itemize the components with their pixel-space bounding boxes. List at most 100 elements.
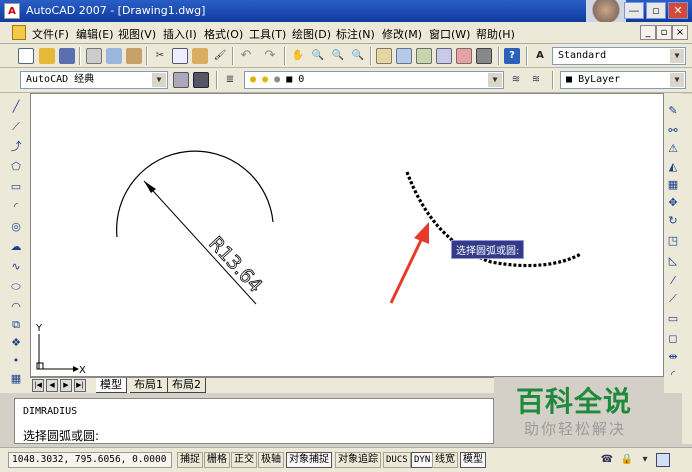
menu-dimension[interactable]: 标注(N)	[336, 26, 375, 42]
insert-block-icon[interactable]: ⧉	[8, 317, 24, 333]
sheetset-icon[interactable]	[436, 48, 452, 64]
break-icon[interactable]: ▭	[665, 311, 681, 327]
mirror-icon[interactable]: ⚠	[665, 141, 681, 157]
matchprop-icon[interactable]: 🖌	[212, 48, 228, 64]
cut-icon[interactable]: ✂	[152, 48, 168, 64]
undo-icon[interactable]: ↶	[238, 48, 254, 64]
polar-toggle[interactable]: 极轴	[258, 452, 284, 468]
preview-icon[interactable]	[106, 48, 122, 64]
menu-file[interactable]: 文件(F)	[32, 26, 69, 42]
snap-toggle[interactable]: 捕捉	[177, 452, 203, 468]
menu-format[interactable]: 格式(O)	[204, 26, 243, 42]
circle-icon[interactable]: ◎	[8, 219, 24, 235]
polygon-icon[interactable]: ⬠	[8, 159, 24, 175]
rotate-icon[interactable]: ↻	[665, 213, 681, 229]
lock-icon[interactable]: 🔒	[620, 453, 634, 467]
help-icon[interactable]: ?	[504, 48, 520, 64]
erase-icon[interactable]: ✎	[665, 103, 681, 119]
chamfer-icon[interactable]: ⇹	[665, 349, 681, 365]
doc-close-button[interactable]: ×	[672, 25, 688, 40]
tab-layout2[interactable]: 布局2	[168, 378, 206, 393]
nav-next-button[interactable]: ▶	[60, 379, 72, 392]
zoom-realtime-icon[interactable]: 🔍	[310, 48, 326, 64]
polyline-icon[interactable]: ⤴	[8, 139, 24, 155]
chevron-down-icon[interactable]: ▼	[670, 49, 684, 63]
osnap-toggle[interactable]: 对象捕捉	[286, 452, 332, 468]
right-scrollbar[interactable]	[682, 94, 692, 444]
ortho-toggle[interactable]: 正交	[231, 452, 257, 468]
lineweight-toggle[interactable]: 线宽	[432, 452, 458, 468]
make-current-layer-icon[interactable]: ≋	[508, 72, 524, 88]
restore-button[interactable]: ▫	[646, 2, 666, 19]
copy-object-icon[interactable]: ⚯	[665, 123, 681, 139]
new-icon[interactable]	[18, 48, 34, 64]
tab-layout1[interactable]: 布局1	[130, 378, 168, 393]
copy-icon[interactable]	[172, 48, 188, 64]
workspace-select[interactable]: AutoCAD 经典 ▼	[20, 71, 168, 89]
menu-view[interactable]: 视图(V)	[118, 26, 156, 42]
nav-first-button[interactable]: |◀	[32, 379, 44, 392]
coordinates-readout[interactable]: 1048.3032, 795.6056, 0.0000	[8, 452, 172, 468]
otrack-toggle[interactable]: 对象追踪	[335, 452, 381, 468]
point-icon[interactable]: •	[8, 353, 24, 369]
spline-icon[interactable]: ∿	[8, 259, 24, 275]
my-workspace-icon[interactable]	[193, 72, 209, 88]
layer-select[interactable]: ● ● ● ■ 0 ▼	[244, 71, 504, 89]
line-icon[interactable]: ╱	[8, 99, 24, 115]
offset-icon[interactable]: ◭	[665, 159, 681, 175]
communication-center-icon[interactable]: ☎	[600, 453, 614, 467]
color-select[interactable]: ■ ByLayer ▼	[560, 71, 686, 89]
workspace-settings-icon[interactable]	[173, 72, 189, 88]
text-style-select[interactable]: Standard ▼	[552, 47, 686, 65]
revision-cloud-icon[interactable]: ☁	[8, 239, 24, 255]
markup-icon[interactable]	[456, 48, 472, 64]
pan-icon[interactable]: ✋	[290, 48, 306, 64]
redo-icon[interactable]: ↷	[262, 48, 278, 64]
autocad-icon[interactable]: A	[4, 3, 20, 19]
document-icon[interactable]	[12, 25, 26, 40]
stretch-icon[interactable]: ◺	[665, 253, 681, 269]
menu-edit[interactable]: 编辑(E)	[76, 26, 114, 42]
zoom-window-icon[interactable]: 🔍	[330, 48, 346, 64]
hatch-icon[interactable]: ▦	[8, 371, 24, 387]
toolpalettes-icon[interactable]	[416, 48, 432, 64]
menu-help[interactable]: 帮助(H)	[476, 26, 515, 42]
menu-draw[interactable]: 绘图(D)	[292, 26, 331, 42]
layer-previous-icon[interactable]: ≋	[528, 72, 544, 88]
tab-model[interactable]: 模型	[96, 378, 127, 393]
doc-restore-button[interactable]: ▫	[656, 25, 672, 40]
construction-line-icon[interactable]: ⟋	[8, 119, 24, 135]
paste-icon[interactable]	[192, 48, 208, 64]
save-icon[interactable]	[59, 48, 75, 64]
publish-icon[interactable]	[126, 48, 142, 64]
join-icon[interactable]: ◻	[665, 331, 681, 347]
chevron-down-icon[interactable]: ▼	[670, 73, 684, 87]
properties-icon[interactable]	[376, 48, 392, 64]
nav-prev-button[interactable]: ◀	[46, 379, 58, 392]
array-icon[interactable]: ▦	[665, 177, 681, 193]
zoom-previous-icon[interactable]: 🔍	[350, 48, 366, 64]
menu-window[interactable]: 窗口(W)	[429, 26, 470, 42]
fillet-icon[interactable]: ◜	[665, 367, 681, 383]
trim-icon[interactable]: ⁄	[665, 273, 681, 289]
model-toggle[interactable]: 模型	[460, 452, 486, 468]
nav-last-button[interactable]: ▶|	[74, 379, 86, 392]
menu-tools[interactable]: 工具(T)	[249, 26, 286, 42]
chevron-down-icon[interactable]: ▼	[152, 73, 166, 87]
designcenter-icon[interactable]	[396, 48, 412, 64]
open-icon[interactable]	[39, 48, 55, 64]
chevron-down-icon[interactable]: ▾	[638, 453, 652, 467]
scale-icon[interactable]: ◳	[665, 233, 681, 249]
layer-manager-icon[interactable]: ≣	[222, 72, 238, 88]
arc-icon[interactable]: ◜	[8, 199, 24, 215]
dyn-toggle[interactable]: DYN	[411, 452, 434, 468]
print-icon[interactable]	[86, 48, 102, 64]
menu-insert[interactable]: 插入(I)	[163, 26, 197, 42]
chevron-down-icon[interactable]: ▼	[488, 73, 502, 87]
drawing-canvas[interactable]: R13.64 Y X 选择圆弧或圆:	[30, 93, 664, 377]
rectangle-icon[interactable]: ▭	[8, 179, 24, 195]
calculator-icon[interactable]	[476, 48, 492, 64]
move-icon[interactable]: ✥	[665, 195, 681, 211]
grid-toggle[interactable]: 栅格	[204, 452, 230, 468]
ducs-toggle[interactable]: DUCS	[383, 452, 411, 468]
